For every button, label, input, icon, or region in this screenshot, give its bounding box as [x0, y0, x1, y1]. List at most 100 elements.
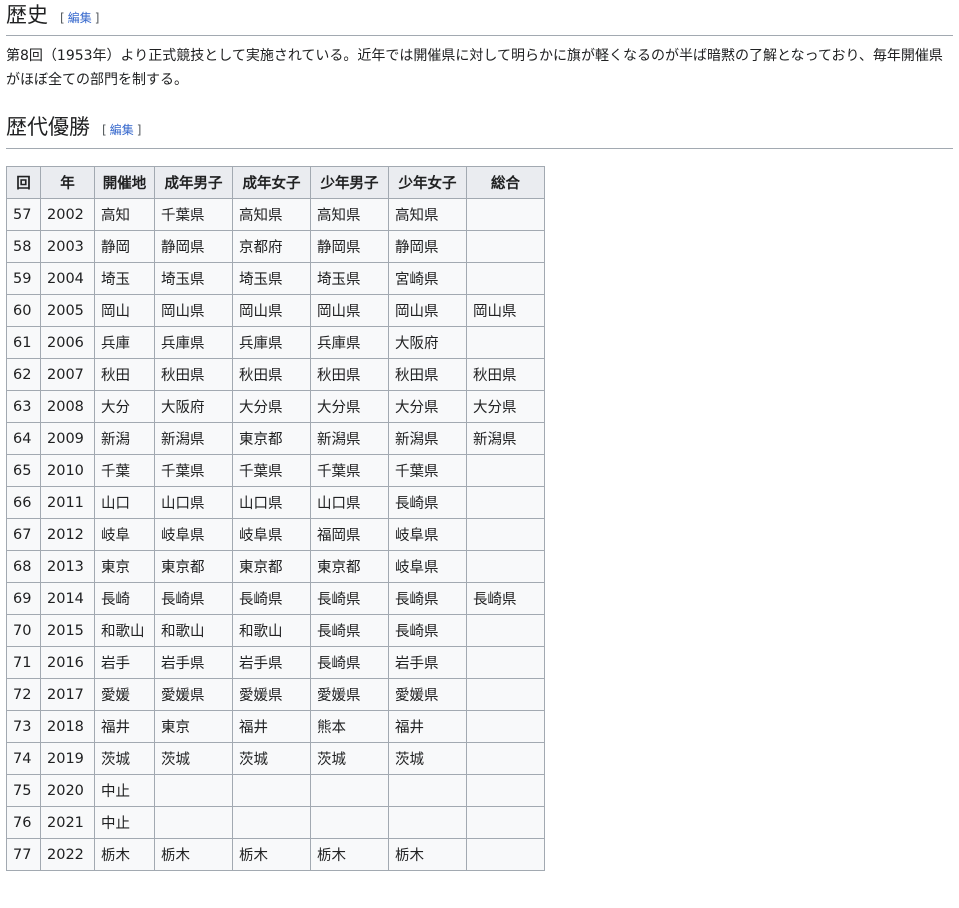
cell-youth-women: 岐阜県	[388, 518, 467, 551]
cell-year: 2009	[40, 422, 95, 455]
edit-link-winners[interactable]: 編集	[110, 123, 134, 137]
table-row: 76 2021 中止	[6, 806, 545, 839]
table-row: 59 2004 埼玉 埼玉県 埼玉県 埼玉県 宮崎県	[6, 262, 545, 295]
cell-youth-women: 秋田県	[388, 358, 467, 391]
cell-kai: 61	[6, 326, 41, 359]
cell-overall	[466, 838, 545, 871]
cell-overall: 大分県	[466, 390, 545, 423]
table-row: 74 2019 茨城 茨城 茨城 茨城 茨城	[6, 742, 545, 775]
cell-kai: 65	[6, 454, 41, 487]
cell-adult-women: 千葉県	[232, 454, 311, 487]
cell-adult-women: 秋田県	[232, 358, 311, 391]
cell-kai: 71	[6, 646, 41, 679]
cell-year: 2019	[40, 742, 95, 775]
table-body: 57 2002 高知 千葉県 高知県 高知県 高知県 58 2003 静岡 静岡県 京都府 静岡県 静岡県…	[6, 198, 545, 871]
cell-youth-men: 千葉県	[310, 454, 389, 487]
cell-youth-women	[388, 806, 467, 839]
cell-adult-women: 岐阜県	[232, 518, 311, 551]
cell-adult-men: 静岡県	[154, 230, 233, 263]
header-youth-men: 少年男子	[310, 166, 389, 199]
cell-year: 2007	[40, 358, 95, 391]
cell-year: 2021	[40, 806, 95, 839]
cell-year: 2013	[40, 550, 95, 583]
cell-overall	[466, 774, 545, 807]
cell-adult-women: 愛媛県	[232, 678, 311, 711]
cell-year: 2005	[40, 294, 95, 327]
cell-youth-men: 長崎県	[310, 614, 389, 647]
cell-adult-women: 埼玉県	[232, 262, 311, 295]
cell-overall	[466, 454, 545, 487]
article-content: 歴史 [編集] 第8回（1953年）より正式競技として実施されている。近年では開…	[0, 0, 959, 871]
cell-adult-women: 大分県	[232, 390, 311, 423]
cell-kai: 58	[6, 230, 41, 263]
cell-overall	[466, 710, 545, 743]
table-row: 68 2013 東京 東京都 東京都 東京都 岐阜県	[6, 550, 545, 583]
cell-kai: 76	[6, 806, 41, 839]
header-overall: 総合	[466, 166, 545, 199]
cell-host: 埼玉	[94, 262, 155, 295]
cell-year: 2004	[40, 262, 95, 295]
cell-overall	[466, 742, 545, 775]
cell-youth-men: 長崎県	[310, 582, 389, 615]
table-row: 67 2012 岐阜 岐阜県 岐阜県 福岡県 岐阜県	[6, 518, 545, 551]
cell-adult-women: 京都府	[232, 230, 311, 263]
cell-year: 2018	[40, 710, 95, 743]
cell-year: 2020	[40, 774, 95, 807]
edit-link-history[interactable]: 編集	[68, 11, 92, 25]
cell-host: 兵庫	[94, 326, 155, 359]
cell-adult-women: 山口県	[232, 486, 311, 519]
cell-host: 新潟	[94, 422, 155, 455]
edit-section: [編集]	[102, 115, 141, 145]
cell-overall	[466, 230, 545, 263]
cell-youth-men: 熊本	[310, 710, 389, 743]
cell-youth-women: 大阪府	[388, 326, 467, 359]
cell-youth-men: 大分県	[310, 390, 389, 423]
cell-youth-women: 高知県	[388, 198, 467, 231]
cell-overall	[466, 326, 545, 359]
cell-adult-men: 千葉県	[154, 454, 233, 487]
cell-adult-women: 長崎県	[232, 582, 311, 615]
cell-host: 栃木	[94, 838, 155, 871]
cell-adult-men	[154, 774, 233, 807]
cell-adult-men: 岩手県	[154, 646, 233, 679]
edit-bracket-close: ]	[94, 11, 100, 25]
cell-youth-men	[310, 806, 389, 839]
cell-adult-men: 岐阜県	[154, 518, 233, 551]
cell-year: 2002	[40, 198, 95, 231]
cell-overall	[466, 550, 545, 583]
history-paragraph: 第8回（1953年）より正式競技として実施されている。近年では開催県に対して明ら…	[6, 48, 943, 88]
cell-overall	[466, 518, 545, 551]
cell-kai: 66	[6, 486, 41, 519]
winners-table: 回年開催地 成年男子 成年女子 少年男子 少年女子 総合 57 2002 高知 千葉県 高知県 高知…	[6, 166, 545, 871]
cell-youth-men: 山口県	[310, 486, 389, 519]
cell-adult-men: 埼玉県	[154, 262, 233, 295]
cell-host: 中止	[94, 806, 155, 839]
cell-host: 愛媛	[94, 678, 155, 711]
cell-host: 岐阜	[94, 518, 155, 551]
cell-year: 2006	[40, 326, 95, 359]
edit-bracket-open: [	[60, 11, 65, 25]
cell-kai: 70	[6, 614, 41, 647]
cell-adult-men: 愛媛県	[154, 678, 233, 711]
edit-bracket-open: [	[102, 123, 107, 137]
cell-year: 2016	[40, 646, 95, 679]
cell-kai: 75	[6, 774, 41, 807]
cell-adult-men: 千葉県	[154, 198, 233, 231]
cell-adult-men: 東京	[154, 710, 233, 743]
edit-bracket-close: ]	[136, 123, 142, 137]
cell-youth-women: 岡山県	[388, 294, 467, 327]
cell-youth-men: 愛媛県	[310, 678, 389, 711]
cell-host: 秋田	[94, 358, 155, 391]
cell-overall	[466, 806, 545, 839]
cell-youth-men: 秋田県	[310, 358, 389, 391]
table-row: 70 2015 和歌山 和歌山 和歌山 長崎県 長崎県	[6, 614, 545, 647]
cell-adult-men: 東京都	[154, 550, 233, 583]
cell-kai: 67	[6, 518, 41, 551]
cell-overall	[466, 614, 545, 647]
table-row: 63 2008 大分 大阪府 大分県 大分県 大分県 大分県	[6, 390, 545, 423]
cell-youth-women: 岐阜県	[388, 550, 467, 583]
cell-youth-men: 栃木	[310, 838, 389, 871]
cell-youth-women: 静岡県	[388, 230, 467, 263]
cell-year: 2003	[40, 230, 95, 263]
cell-youth-women: 長崎県	[388, 486, 467, 519]
